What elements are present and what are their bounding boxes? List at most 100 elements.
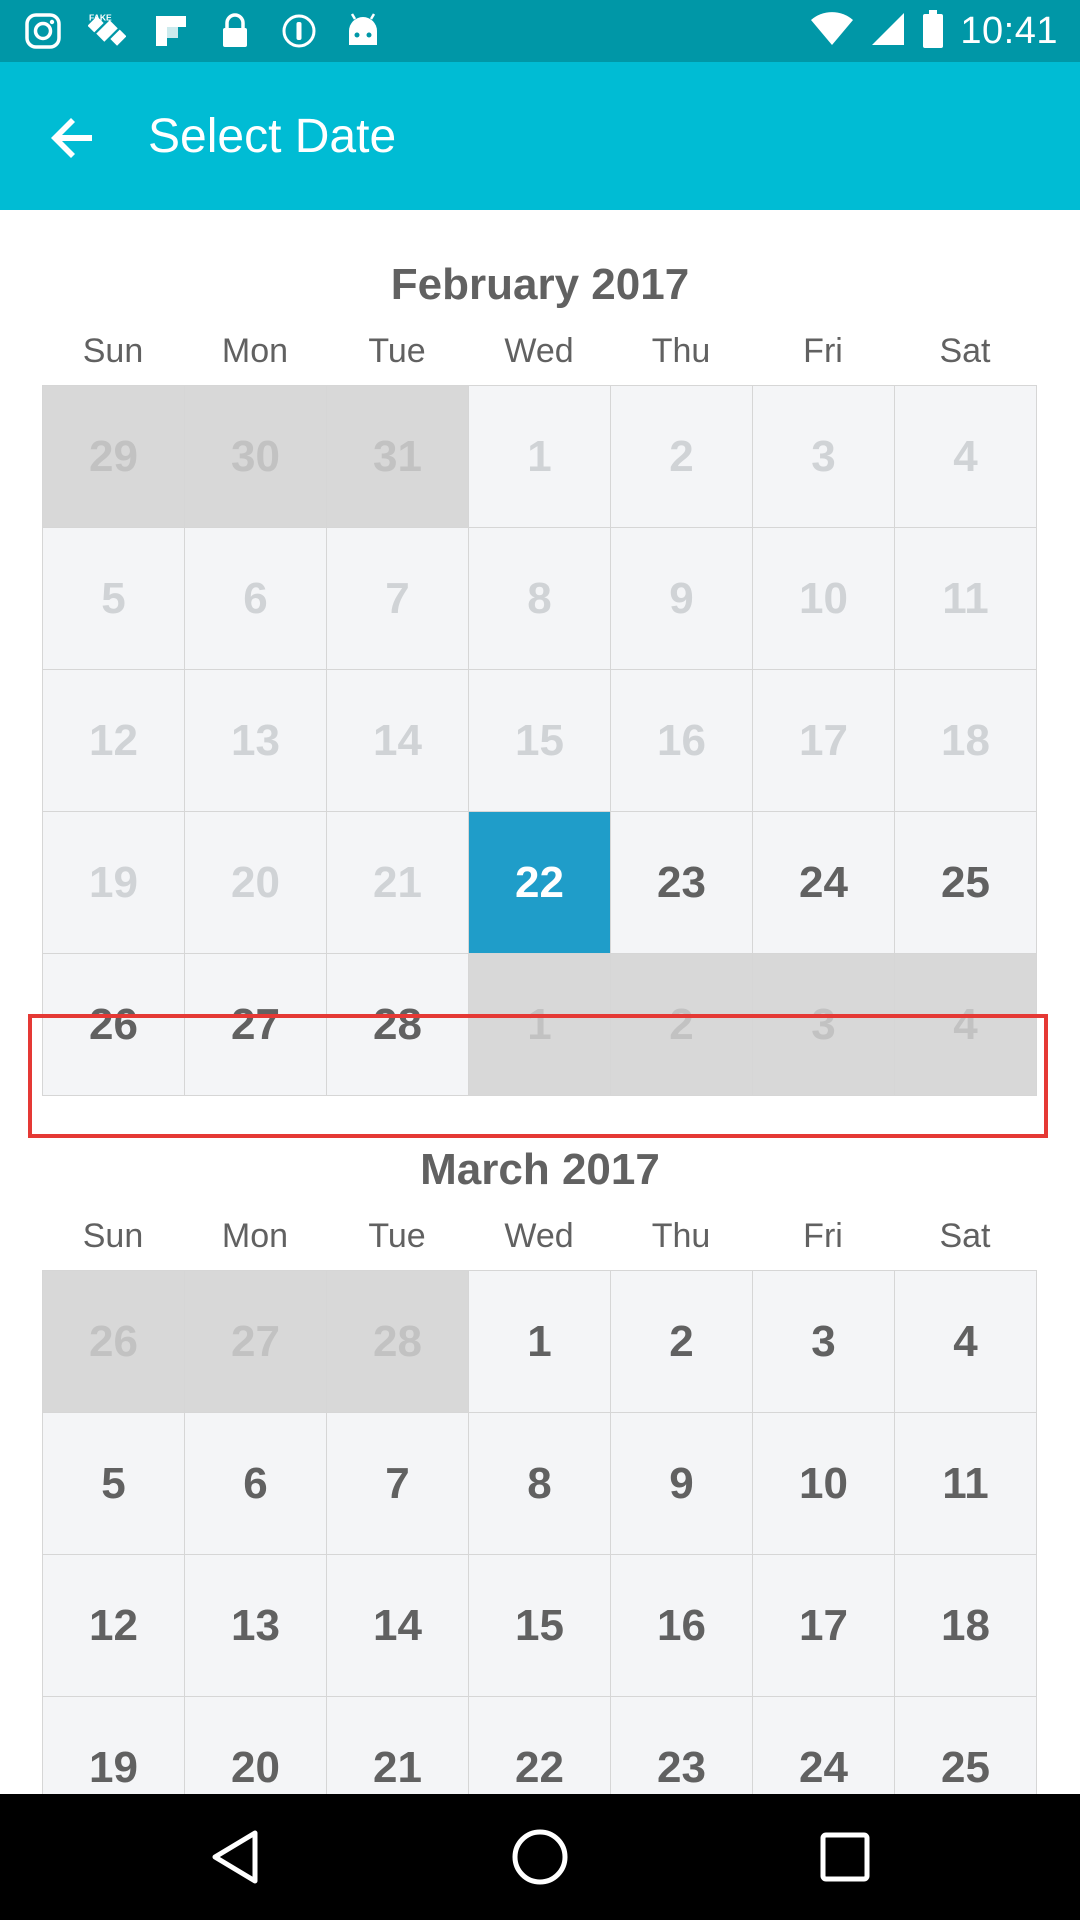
day-cell: 30 xyxy=(185,386,327,528)
day-cell: 2 xyxy=(611,386,753,528)
day-cell: 1 xyxy=(469,386,611,528)
day-cell[interactable]: 25 xyxy=(895,1697,1037,1794)
day-cell[interactable]: 18 xyxy=(895,1555,1037,1697)
weekday-label: Mon xyxy=(221,332,289,370)
day-cell[interactable]: 24 xyxy=(753,812,895,954)
day-cell[interactable]: 13 xyxy=(185,1555,327,1697)
day-cell: 14 xyxy=(327,670,469,812)
day-cell[interactable]: 20 xyxy=(185,1697,327,1794)
day-cell: 18 xyxy=(895,670,1037,812)
week-row: 19 20 21 22 23 24 25 xyxy=(43,812,1037,954)
calendar-list[interactable]: February 2017 Sun Mon Tue Wed Thu Fri Sa… xyxy=(0,210,1080,1794)
day-cell: 5 xyxy=(43,528,185,670)
day-cell[interactable]: 16 xyxy=(611,1555,753,1697)
day-cell[interactable]: 21 xyxy=(327,1697,469,1794)
day-cell[interactable]: 26 xyxy=(43,954,185,1096)
day-cell: 16 xyxy=(611,670,753,812)
day-cell[interactable]: 25 xyxy=(895,812,1037,954)
weekday-header-march: Sun Mon Tue Wed Thu Fri Sat xyxy=(42,1217,1036,1256)
day-cell[interactable]: 23 xyxy=(611,812,753,954)
day-cell[interactable]: 19 xyxy=(43,1697,185,1794)
nav-back-button[interactable] xyxy=(200,1822,270,1892)
week-row: 26 27 28 1 2 3 4 xyxy=(43,954,1037,1096)
system-status: 10:41 xyxy=(810,8,1058,54)
day-cell: 20 xyxy=(185,812,327,954)
day-cell: 11 xyxy=(895,528,1037,670)
day-cell: 8 xyxy=(469,528,611,670)
day-cell: 7 xyxy=(327,528,469,670)
day-cell[interactable]: 12 xyxy=(43,1555,185,1697)
day-cell[interactable]: 15 xyxy=(469,1555,611,1697)
weekday-label: Tue xyxy=(368,332,426,370)
day-cell: 4 xyxy=(895,954,1037,1096)
weekday-label: Mon xyxy=(221,1217,289,1255)
day-cell: 17 xyxy=(753,670,895,812)
day-cell[interactable]: 5 xyxy=(43,1413,185,1555)
day-cell: 21 xyxy=(327,812,469,954)
day-cell[interactable]: 11 xyxy=(895,1413,1037,1555)
battery-icon xyxy=(922,9,944,54)
day-cell: 26 xyxy=(43,1271,185,1413)
day-cell[interactable]: 3 xyxy=(753,1271,895,1413)
day-cell[interactable]: 24 xyxy=(753,1697,895,1794)
weekday-label: Thu xyxy=(651,332,711,370)
day-cell[interactable]: 17 xyxy=(753,1555,895,1697)
status-bar: FAKE 10:41 xyxy=(0,0,1080,62)
day-cell[interactable]: 8 xyxy=(469,1413,611,1555)
lock-icon xyxy=(216,12,254,50)
day-cell: 6 xyxy=(185,528,327,670)
nav-recents-button[interactable] xyxy=(810,1822,880,1892)
day-cell: 10 xyxy=(753,528,895,670)
nav-back-icon xyxy=(212,1830,258,1884)
day-cell: 19 xyxy=(43,812,185,954)
month-grid-february: 29 30 31 1 2 3 4 5 6 7 8 9 10 11 12 13 14 15 16 17 18 19 20 21 2… xyxy=(42,385,1037,1096)
info-icon xyxy=(280,12,318,50)
day-cell[interactable]: 10 xyxy=(753,1413,895,1555)
day-cell[interactable]: 22 xyxy=(469,1697,611,1794)
app-bar: Select Date xyxy=(0,62,1080,210)
week-row: 26 27 28 1 2 3 4 xyxy=(43,1271,1037,1413)
day-cell: 29 xyxy=(43,386,185,528)
day-cell[interactable]: 27 xyxy=(185,954,327,1096)
day-cell: 9 xyxy=(611,528,753,670)
nav-recents-icon xyxy=(820,1832,870,1882)
day-cell[interactable]: 6 xyxy=(185,1413,327,1555)
nav-home-icon xyxy=(512,1829,568,1885)
day-cell[interactable]: 9 xyxy=(611,1413,753,1555)
page-title: Select Date xyxy=(148,110,397,163)
day-cell: 27 xyxy=(185,1271,327,1413)
weekday-label: Tue xyxy=(368,1217,426,1255)
day-cell[interactable]: 4 xyxy=(895,1271,1037,1413)
weekday-label: Sun xyxy=(82,332,144,370)
fake-gps-icon: FAKE xyxy=(88,12,126,50)
day-cell[interactable]: 23 xyxy=(611,1697,753,1794)
weekday-label: Sat xyxy=(939,332,991,370)
day-cell[interactable]: 28 xyxy=(327,954,469,1096)
day-cell: 13 xyxy=(185,670,327,812)
clock: 10:41 xyxy=(960,9,1058,52)
day-cell[interactable]: 14 xyxy=(327,1555,469,1697)
selected-day-cell[interactable]: 22 xyxy=(469,812,611,954)
signal-icon xyxy=(870,11,906,52)
system-nav-bar xyxy=(0,1794,1080,1920)
weekday-label: Fri xyxy=(803,1217,843,1255)
day-cell: 2 xyxy=(611,954,753,1096)
day-cell[interactable]: 1 xyxy=(469,1271,611,1413)
month-title-february: February 2017 xyxy=(390,260,690,309)
month-title-march: March 2017 xyxy=(420,1145,660,1194)
week-row: 19 20 21 22 23 24 25 xyxy=(43,1697,1037,1794)
nav-home-button[interactable] xyxy=(505,1822,575,1892)
week-row: 12 13 14 15 16 17 18 xyxy=(43,670,1037,812)
day-cell: 3 xyxy=(753,386,895,528)
week-row: 5 6 7 8 9 10 11 xyxy=(43,528,1037,670)
weekday-label: Wed xyxy=(504,332,574,370)
day-cell: 28 xyxy=(327,1271,469,1413)
weekday-label: Sun xyxy=(82,1217,144,1255)
flipboard-icon xyxy=(152,12,190,50)
month-grid-march: 26 27 28 1 2 3 4 5 6 7 8 9 10 11 12 13 14 15 16 17 18 19 20 21 2… xyxy=(42,1270,1037,1794)
day-cell[interactable]: 2 xyxy=(611,1271,753,1413)
instagram-icon xyxy=(24,12,62,50)
day-cell[interactable]: 7 xyxy=(327,1413,469,1555)
back-button[interactable] xyxy=(28,98,118,178)
day-cell: 31 xyxy=(327,386,469,528)
